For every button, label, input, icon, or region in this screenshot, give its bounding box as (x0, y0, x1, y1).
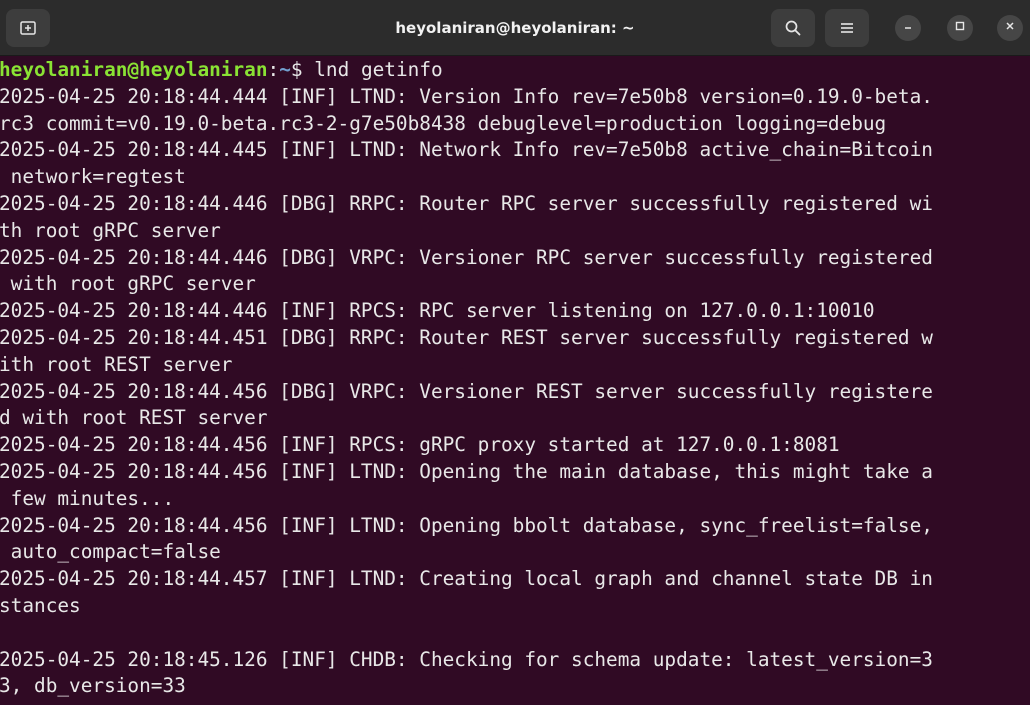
output-line: 2025-04-25 20:18:44.445 [INF] LTND: Netw… (0, 138, 933, 162)
search-icon (784, 19, 802, 37)
prompt-path: ~ (279, 58, 291, 81)
prompt-line: heyolaniran@heyolaniran:~$ lnd getinfo (0, 57, 1030, 84)
output-line: stances (0, 593, 81, 617)
prompt-user-host: heyolaniran@heyolaniran (0, 58, 268, 81)
output-line: 2025-04-25 20:18:44.451 [DBG] RRPC: Rout… (0, 325, 933, 349)
output-line: 2025-04-25 20:18:44.456 [INF] LTND: Open… (0, 459, 933, 483)
output-line: few minutes... (0, 486, 175, 510)
output-line: with root gRPC server (0, 272, 256, 296)
output-line: 2025-04-25 20:18:44.446 [DBG] VRPC: Vers… (0, 245, 933, 269)
output-line: 2025-04-25 20:18:44.446 [DBG] RRPC: Rout… (0, 191, 933, 215)
prompt-command: lnd getinfo (314, 58, 443, 81)
output-line: 2025-04-25 20:18:44.457 [INF] LTND: Crea… (0, 567, 933, 591)
title-bar: heyolaniran@heyolaniran: ~ (0, 0, 1030, 56)
terminal-window: heyolaniran@heyolaniran: ~ heyolaniran@h… (0, 0, 1030, 705)
output-line: 3, db_version=33 (0, 674, 186, 698)
output-line: ith root REST server (0, 352, 233, 376)
window-title: heyolaniran@heyolaniran: ~ (395, 19, 635, 37)
hamburger-menu-icon (839, 21, 855, 35)
output-line: 2025-04-25 20:18:44.444 [INF] LTND: Vers… (0, 84, 933, 108)
output-line: 2025-04-25 20:18:44.456 [INF] RPCS: gRPC… (0, 433, 840, 457)
output-line: 2025-04-25 20:18:44.446 [INF] RPCS: RPC … (0, 299, 875, 323)
menu-button[interactable] (825, 9, 869, 47)
output-line: 2025-04-25 20:18:44.456 [DBG] VRPC: Vers… (0, 379, 933, 403)
close-icon (1004, 19, 1016, 37)
maximize-button[interactable] (947, 15, 973, 41)
minimize-icon (902, 19, 914, 37)
terminal-output[interactable]: heyolaniran@heyolaniran:~$ lnd getinfo 2… (0, 57, 1030, 705)
minimize-button[interactable] (895, 15, 921, 41)
new-tab-icon (19, 19, 37, 37)
output-line: 2025-04-25 20:18:45.126 [INF] CHDB: Chec… (0, 647, 933, 671)
close-button[interactable] (997, 15, 1023, 41)
prompt-separator: : (267, 58, 280, 81)
prompt-symbol: $ (290, 58, 315, 81)
output-line: auto_compact=false (0, 540, 221, 564)
output-line: th root gRPC server (0, 218, 221, 242)
maximize-icon (954, 19, 966, 37)
search-button[interactable] (771, 9, 815, 47)
output-line: rc3 commit=v0.19.0-beta.rc3-2-g7e50b8438… (0, 111, 887, 135)
output-line: d with root REST server (0, 406, 268, 430)
output-line: 2025-04-25 20:18:44.456 [INF] LTND: Open… (0, 513, 933, 537)
output-line: network=regtest (0, 165, 186, 189)
new-tab-button[interactable] (6, 9, 50, 47)
